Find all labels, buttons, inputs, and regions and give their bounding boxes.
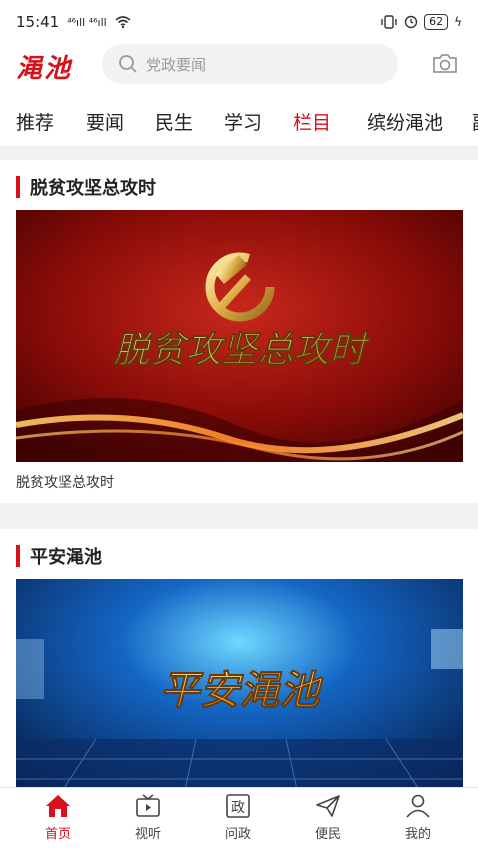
search-icon bbox=[119, 55, 137, 73]
app-header: 渑池 党政要闻 bbox=[0, 44, 478, 94]
send-icon bbox=[316, 795, 340, 817]
nav-home-label: 首页 bbox=[44, 827, 71, 842]
tab-colorful-mianchi[interactable]: 缤纷渑池 bbox=[367, 108, 443, 135]
signal-icon: ⁴⁶ıll ⁴⁶ıll bbox=[67, 15, 107, 29]
search-bar[interactable]: 党政要闻 bbox=[102, 44, 398, 84]
nav-services[interactable]: 便民 bbox=[298, 794, 358, 842]
banner-title: 平安渑池 bbox=[160, 667, 325, 714]
svg-text:政: 政 bbox=[231, 800, 245, 816]
nav-politics-label: 问政 bbox=[224, 827, 251, 842]
nav-media-label: 视听 bbox=[134, 827, 161, 842]
nav-profile-label: 我的 bbox=[404, 827, 431, 842]
banner-image: 平安渑池 bbox=[16, 579, 463, 787]
wifi-icon bbox=[115, 16, 131, 28]
tab-more[interactable]: 副 bbox=[472, 108, 478, 135]
nav-home[interactable]: 首页 bbox=[28, 794, 88, 842]
nav-profile[interactable]: 我的 bbox=[388, 794, 448, 842]
camera-icon[interactable] bbox=[432, 52, 458, 74]
tab-columns[interactable]: 栏目 bbox=[293, 108, 331, 135]
section-poverty: 脱贫攻坚总攻时 脱贫攻坚总攻时 脱贫攻坚总攻时 bbox=[0, 160, 478, 503]
tab-study[interactable]: 学习 bbox=[224, 108, 262, 135]
status-time: 15:41 bbox=[16, 13, 60, 31]
politics-icon: 政 bbox=[226, 794, 250, 818]
section-banner[interactable]: 平安渑池 bbox=[16, 579, 463, 787]
user-icon bbox=[406, 794, 430, 818]
title-accent-bar bbox=[16, 545, 20, 567]
tv-icon bbox=[136, 794, 160, 817]
nav-politics[interactable]: 政 问政 bbox=[208, 794, 268, 842]
app-logo[interactable]: 渑池 bbox=[16, 48, 72, 85]
section-banner[interactable]: 脱贫攻坚总攻时 bbox=[16, 210, 463, 462]
nav-media[interactable]: 视听 bbox=[118, 794, 178, 842]
banner-title: 脱贫攻坚总攻时 bbox=[112, 329, 371, 371]
tab-livelihood[interactable]: 民生 bbox=[155, 108, 193, 135]
nav-services-label: 便民 bbox=[314, 827, 341, 842]
search-placeholder: 党政要闻 bbox=[146, 55, 207, 74]
category-tabs: 推荐 要闻 民生 学习 栏目 缤纷渑池 副 bbox=[0, 94, 478, 147]
alarm-icon bbox=[404, 15, 418, 29]
tab-recommend[interactable]: 推荐 bbox=[16, 108, 54, 135]
vibrate-icon bbox=[381, 15, 397, 29]
section-safe-mianchi: 平安渑池 平安渑池 bbox=[0, 529, 478, 787]
tab-news[interactable]: 要闻 bbox=[86, 108, 124, 135]
battery-indicator: 62 bbox=[424, 14, 449, 30]
home-icon bbox=[46, 795, 70, 817]
section-title: 脱贫攻坚总攻时 bbox=[16, 174, 156, 200]
section-caption[interactable]: 脱贫攻坚总攻时 bbox=[16, 472, 114, 492]
status-bar: 15:41 ⁴⁶ıll ⁴⁶ıll 62 ϟ bbox=[0, 0, 478, 44]
title-accent-bar bbox=[16, 176, 20, 198]
charging-icon: ϟ bbox=[454, 15, 462, 29]
section-title-text: 平安渑池 bbox=[30, 547, 102, 568]
section-title-text: 脱贫攻坚总攻时 bbox=[30, 178, 156, 199]
bottom-nav: 首页 视听 政 问政 便民 我的 bbox=[0, 787, 478, 851]
section-title: 平安渑池 bbox=[16, 543, 102, 569]
banner-image: 脱贫攻坚总攻时 bbox=[16, 210, 463, 462]
